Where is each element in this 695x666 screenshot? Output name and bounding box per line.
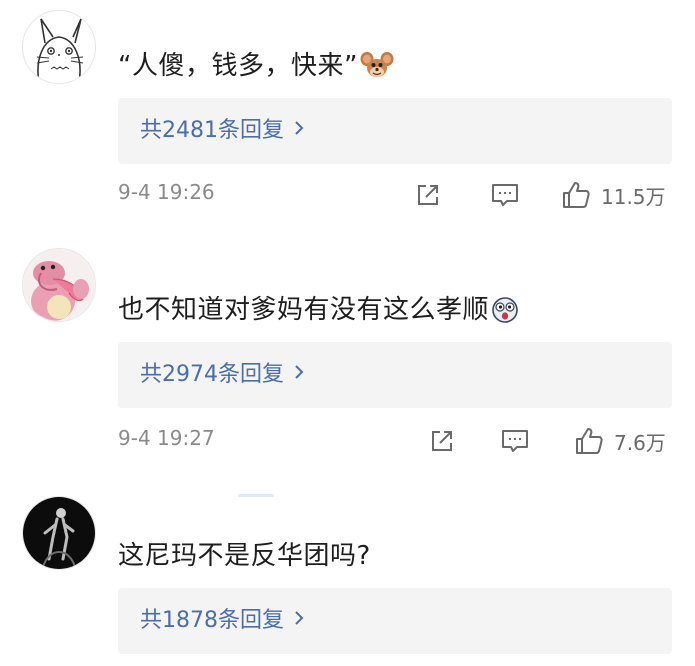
- replies-count-label: 共2481条回复: [140, 118, 284, 143]
- section-divider: [238, 494, 274, 497]
- comment-text-content: 也不知道对爹妈有没有这么孝顺: [118, 295, 490, 325]
- pink-pokemon-avatar-icon: [23, 249, 95, 321]
- chevron-right-icon: [294, 359, 304, 389]
- like-button[interactable]: 11.5万: [561, 178, 666, 212]
- comment-icon: [502, 430, 528, 452]
- shocked-face-emoji-icon: [491, 296, 519, 332]
- view-replies-link[interactable]: 共2974条回复: [140, 359, 304, 390]
- totoro-avatar-icon: [23, 11, 95, 83]
- thumbs-up-icon: [576, 428, 603, 454]
- jerry-mouse-emoji-icon: [360, 50, 394, 88]
- comment-text: 也不知道对爹妈有没有这么孝顺: [118, 294, 519, 332]
- dark-figure-avatar-icon: [23, 497, 95, 569]
- comment-text: 这尼玛不是反华团吗?: [118, 540, 371, 572]
- view-replies-link[interactable]: 共1878条回复: [140, 605, 304, 636]
- thumbs-up-icon: [563, 182, 590, 208]
- comment-button[interactable]: [500, 424, 530, 458]
- comment-text-content: 这尼玛不是反华团吗?: [118, 541, 371, 571]
- share-icon: [418, 185, 438, 205]
- like-count: 7.6万: [614, 430, 666, 455]
- share-icon: [432, 431, 452, 451]
- replies-panel[interactable]: 共2481条回复: [118, 98, 672, 164]
- replies-panel[interactable]: 共2974条回复: [118, 342, 672, 408]
- comment-meta-row: 9-4 19:27 7.6万: [118, 424, 678, 458]
- comment-feed: “人傻，钱多，快来” 共2481条回复 9-4 19:26 11.5万 也不知道…: [0, 0, 695, 666]
- share-button[interactable]: [428, 424, 456, 458]
- replies-panel[interactable]: 共1878条回复: [118, 588, 672, 654]
- replies-count-label: 共2974条回复: [140, 362, 284, 387]
- comment-text-content: “人傻，钱多，快来”: [118, 51, 358, 81]
- like-count: 11.5万: [601, 184, 666, 209]
- like-button[interactable]: 7.6万: [574, 424, 666, 458]
- view-replies-link[interactable]: 共2481条回复: [140, 115, 304, 146]
- user-avatar[interactable]: [22, 496, 96, 570]
- comment-text: “人傻，钱多，快来”: [118, 50, 394, 88]
- share-button[interactable]: [414, 178, 442, 212]
- comment-meta-row: 9-4 19:26 11.5万: [118, 178, 678, 212]
- chevron-right-icon: [294, 605, 304, 635]
- user-avatar[interactable]: [22, 10, 96, 84]
- replies-count-label: 共1878条回复: [140, 608, 284, 633]
- comment-timestamp: 9-4 19:27: [118, 426, 215, 450]
- comment-timestamp: 9-4 19:26: [118, 180, 215, 204]
- chevron-right-icon: [294, 115, 304, 145]
- comment-icon: [492, 184, 518, 206]
- user-avatar[interactable]: [22, 248, 96, 322]
- comment-button[interactable]: [490, 178, 520, 212]
